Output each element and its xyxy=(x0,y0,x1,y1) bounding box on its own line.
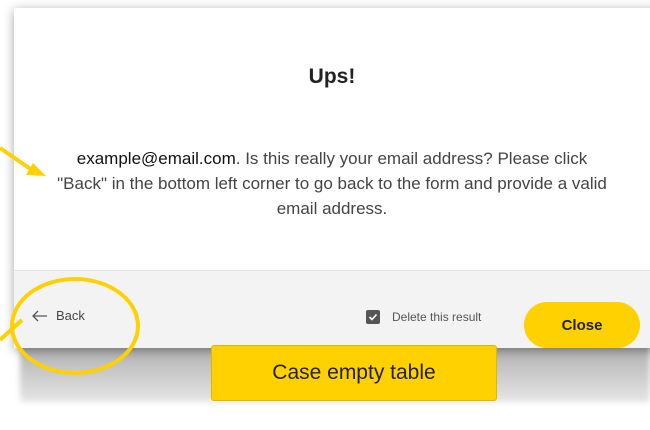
annotation-arrow-upper xyxy=(0,146,46,176)
callout-label: Case empty table xyxy=(211,345,497,401)
annotation-arrow-lower xyxy=(0,318,24,342)
